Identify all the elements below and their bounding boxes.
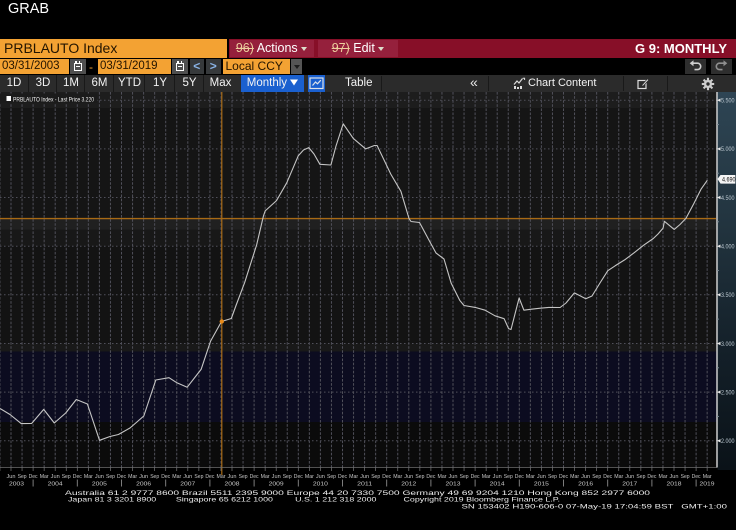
svg-text:Sep: Sep: [283, 474, 292, 480]
svg-text:Sep: Sep: [327, 474, 336, 480]
svg-text:Sep: Sep: [460, 474, 469, 480]
svg-text:Mar: Mar: [40, 474, 49, 480]
svg-text:Mar: Mar: [349, 474, 358, 480]
svg-text:Mar: Mar: [128, 474, 137, 480]
svg-text:2012: 2012: [401, 482, 416, 488]
svg-text:Dec: Dec: [205, 474, 214, 480]
svg-text:Jun: Jun: [183, 474, 192, 480]
svg-text:Mar: Mar: [614, 474, 623, 480]
svg-text:2019: 2019: [700, 482, 715, 488]
svg-text:2009: 2009: [269, 482, 284, 488]
svg-text:Sep: Sep: [62, 474, 71, 480]
svg-text:4.000: 4.000: [721, 244, 735, 251]
svg-text:Dec: Dec: [338, 474, 347, 480]
svg-text:2003: 2003: [9, 482, 24, 488]
svg-text:4.690: 4.690: [722, 177, 736, 184]
svg-text:3.500: 3.500: [721, 292, 735, 299]
svg-text:Mar: Mar: [438, 474, 447, 480]
svg-text:Jun: Jun: [360, 474, 369, 480]
svg-text:Jun: Jun: [51, 474, 60, 480]
svg-text:2006: 2006: [136, 482, 151, 488]
svg-text:Sep: Sep: [106, 474, 115, 480]
svg-text:Jun: Jun: [228, 474, 237, 480]
svg-text:Mar: Mar: [172, 474, 181, 480]
svg-text:PRBLAUTO Index - Last Price 3.: PRBLAUTO Index - Last Price 3.220: [13, 96, 94, 103]
svg-text:Sep: Sep: [504, 474, 513, 480]
svg-text:Mar: Mar: [526, 474, 535, 480]
svg-text:Jun: Jun: [95, 474, 104, 480]
svg-text:3.000: 3.000: [721, 341, 735, 348]
svg-text:Sep: Sep: [371, 474, 380, 480]
svg-text:4.500: 4.500: [721, 195, 735, 202]
svg-text:Jun: Jun: [7, 474, 16, 480]
svg-text:Jun: Jun: [493, 474, 502, 480]
svg-text:Sep: Sep: [548, 474, 557, 480]
svg-text:Mar: Mar: [305, 474, 314, 480]
svg-text:Mar: Mar: [482, 474, 491, 480]
svg-text:2015: 2015: [534, 482, 549, 488]
svg-text:Dec: Dec: [692, 474, 701, 480]
svg-text:2007: 2007: [180, 482, 195, 488]
svg-text:2011: 2011: [357, 482, 372, 488]
svg-text:Japan 81 3 3201 8900 Si: Japan 81 3 3201 8900 Singapore 65 6212 1…: [68, 496, 560, 503]
svg-text:Jun: Jun: [537, 474, 546, 480]
svg-text:2008: 2008: [225, 482, 240, 488]
svg-text:Sep: Sep: [636, 474, 645, 480]
svg-text:Mar: Mar: [703, 474, 712, 480]
svg-text:Mar: Mar: [570, 474, 579, 480]
svg-text:Sep: Sep: [18, 474, 27, 480]
svg-text:Dec: Dec: [29, 474, 38, 480]
svg-text:Dec: Dec: [426, 474, 435, 480]
svg-text:Dec: Dec: [117, 474, 126, 480]
svg-text:Jun: Jun: [316, 474, 325, 480]
svg-text:Mar: Mar: [261, 474, 270, 480]
svg-text:Mar: Mar: [659, 474, 668, 480]
svg-text:2014: 2014: [490, 482, 506, 488]
svg-text:2018: 2018: [667, 482, 682, 488]
svg-text:Dec: Dec: [559, 474, 568, 480]
svg-text:Jun: Jun: [139, 474, 148, 480]
svg-text:Sep: Sep: [592, 474, 601, 480]
svg-text:2005: 2005: [92, 482, 107, 488]
svg-text:2004: 2004: [48, 482, 64, 488]
svg-text:Jun: Jun: [581, 474, 590, 480]
svg-text:Dec: Dec: [161, 474, 170, 480]
svg-text:Mar: Mar: [84, 474, 93, 480]
svg-text:Mar: Mar: [393, 474, 402, 480]
svg-text:Sep: Sep: [194, 474, 203, 480]
svg-text:Jun: Jun: [449, 474, 458, 480]
svg-text:2017: 2017: [622, 482, 637, 488]
svg-text:2.500: 2.500: [721, 389, 735, 396]
svg-text:Dec: Dec: [515, 474, 524, 480]
svg-text:Dec: Dec: [294, 474, 303, 480]
svg-text:2010: 2010: [313, 482, 328, 488]
svg-text:Sep: Sep: [681, 474, 690, 480]
svg-text:Sep: Sep: [239, 474, 248, 480]
svg-text:Sep: Sep: [415, 474, 424, 480]
svg-text:Jun: Jun: [625, 474, 634, 480]
svg-text:5.000: 5.000: [721, 146, 735, 153]
svg-text:SN 153402 H190-606-0 07-May-19: SN 153402 H190-606-0 07-May-19 17:04:59 …: [462, 504, 728, 511]
svg-text:Jun: Jun: [272, 474, 281, 480]
svg-text:Mar: Mar: [217, 474, 226, 480]
svg-text:2013: 2013: [446, 482, 461, 488]
svg-text:Dec: Dec: [603, 474, 612, 480]
svg-text:Dec: Dec: [382, 474, 391, 480]
svg-text:2016: 2016: [578, 482, 593, 488]
svg-text:Sep: Sep: [150, 474, 159, 480]
svg-text:2.000: 2.000: [721, 438, 735, 445]
svg-text:Dec: Dec: [250, 474, 259, 480]
svg-text:5.500: 5.500: [721, 98, 735, 105]
svg-text:Jun: Jun: [670, 474, 679, 480]
svg-text:Jun: Jun: [404, 474, 413, 480]
svg-text:Dec: Dec: [73, 474, 82, 480]
svg-text:Dec: Dec: [471, 474, 480, 480]
svg-text:Dec: Dec: [647, 474, 656, 480]
